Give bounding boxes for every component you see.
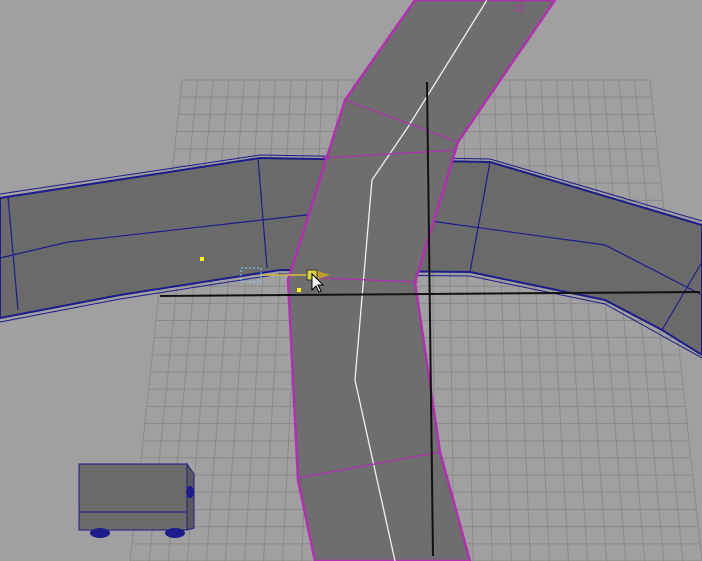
viewport-canvas[interactable] [0, 0, 702, 561]
truck-wheel [186, 486, 194, 498]
truck-model-icon[interactable] [78, 462, 195, 538]
truck-wheel [90, 528, 110, 538]
truck-body [78, 463, 188, 531]
3d-viewport[interactable] [0, 0, 702, 561]
truck-wheel [165, 528, 185, 538]
marker-point[interactable] [200, 257, 204, 261]
marker-point[interactable] [297, 288, 301, 292]
